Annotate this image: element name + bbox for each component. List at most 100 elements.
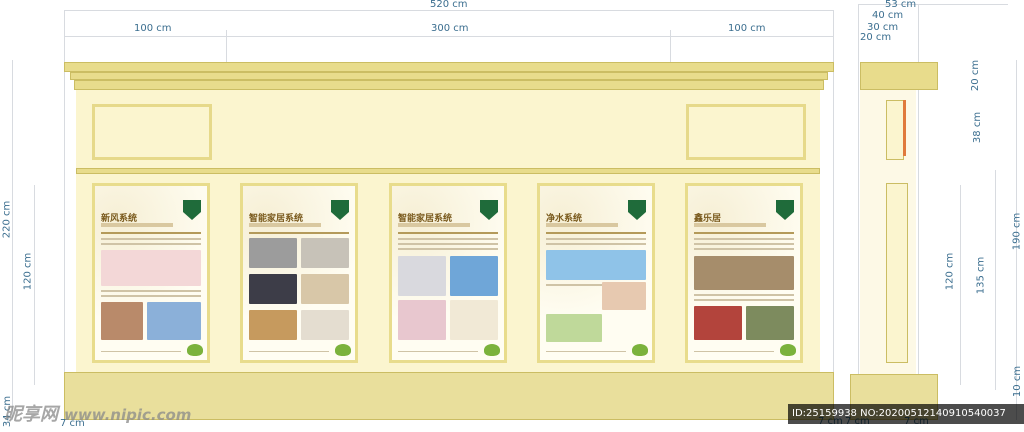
lungs-diagram bbox=[101, 250, 201, 286]
poster-5: 鑫乐居 bbox=[688, 186, 800, 360]
side-guide-top bbox=[858, 4, 1008, 5]
photo-tile bbox=[301, 238, 349, 268]
guide-line-right-dim3 bbox=[960, 185, 961, 385]
display-panel-3: 智能家居系统 bbox=[389, 183, 507, 363]
leaf-icon bbox=[780, 344, 796, 356]
text-line bbox=[398, 238, 498, 240]
watermark-logo-text: 昵享网 bbox=[4, 404, 58, 425]
dim-side-20b: 20 cm bbox=[970, 59, 982, 92]
display-panel-2: 智能家居系统 bbox=[240, 183, 358, 363]
poster-subtitle-bar bbox=[398, 223, 470, 227]
footer-line bbox=[101, 351, 181, 352]
display-panel-1: 新风系统 bbox=[92, 183, 210, 363]
text-line bbox=[398, 243, 498, 245]
divider bbox=[398, 232, 498, 234]
shield-badge-icon bbox=[776, 200, 794, 220]
text-line bbox=[101, 238, 201, 240]
poster-4: 净水系统 bbox=[540, 186, 652, 360]
footer-line bbox=[546, 351, 626, 352]
text-line bbox=[101, 295, 201, 297]
divider bbox=[249, 232, 349, 234]
watermark-site: www.nipic.com bbox=[64, 406, 192, 424]
dim-side-20a: 20 cm bbox=[860, 32, 892, 43]
poster-1: 新风系统 bbox=[95, 186, 207, 360]
dim-right-120: 120 cm bbox=[944, 252, 956, 291]
dim-right-190: 190 cm bbox=[1011, 212, 1023, 251]
dim-side-53: 53 cm bbox=[885, 0, 917, 10]
guide-line-left-dim2 bbox=[34, 185, 35, 385]
poster-subtitle-bar bbox=[546, 223, 618, 227]
dim-left-section: 100 cm bbox=[134, 23, 172, 34]
photo-tile bbox=[602, 282, 646, 310]
photo-tile bbox=[249, 238, 297, 268]
text-line bbox=[694, 299, 794, 301]
floor-plan-image bbox=[101, 302, 143, 340]
wall-band bbox=[76, 168, 820, 174]
footer-line bbox=[249, 351, 329, 352]
dim-right-section: 100 cm bbox=[728, 23, 766, 34]
cornice-top bbox=[64, 62, 834, 72]
cornice-mid bbox=[70, 72, 828, 80]
text-line bbox=[546, 243, 646, 245]
text-line bbox=[694, 248, 794, 250]
divider bbox=[694, 232, 794, 234]
photo-tile bbox=[398, 256, 446, 296]
upper-frame-left bbox=[92, 104, 212, 160]
upper-frame-right bbox=[686, 104, 806, 160]
guide-line-left-dim bbox=[12, 60, 13, 420]
side-accent-strip bbox=[903, 100, 906, 156]
poster-subtitle-bar bbox=[101, 223, 173, 227]
guide-line-top-sections bbox=[64, 36, 834, 37]
text-line bbox=[546, 284, 602, 286]
dim-center-section: 300 cm bbox=[431, 23, 469, 34]
building-image bbox=[147, 302, 201, 340]
guide-line-top bbox=[64, 10, 834, 11]
image-id-bar: ID:25159938 NO:20200512140910540037 bbox=[788, 404, 1024, 424]
dim-total-width: 520 cm bbox=[430, 0, 468, 10]
cornice-bottom bbox=[74, 80, 824, 90]
display-panel-4: 净水系统 bbox=[537, 183, 655, 363]
shield-badge-icon bbox=[628, 200, 646, 220]
leaf-icon bbox=[335, 344, 351, 356]
leaf-icon bbox=[632, 344, 648, 356]
leaf-icon bbox=[484, 344, 500, 356]
dim-left-220: 220 cm bbox=[1, 200, 13, 239]
dim-left-120: 120 cm bbox=[22, 252, 34, 291]
dim-right-135: 135 cm bbox=[975, 256, 987, 295]
text-line bbox=[546, 238, 646, 240]
footer-line bbox=[694, 351, 774, 352]
poster-subtitle-bar bbox=[694, 223, 766, 227]
side-cornice bbox=[860, 62, 938, 90]
shop-interior-image bbox=[694, 306, 742, 340]
dim-side-38: 38 cm bbox=[972, 111, 984, 144]
text-line bbox=[101, 290, 201, 292]
side-guide-left bbox=[858, 4, 859, 424]
photo-tile bbox=[450, 256, 498, 296]
dim-right-10: 10 cm bbox=[1012, 365, 1024, 398]
footer-line bbox=[398, 351, 478, 352]
photo-tile bbox=[301, 274, 349, 304]
shield-badge-icon bbox=[480, 200, 498, 220]
text-line bbox=[694, 243, 794, 245]
divider bbox=[546, 232, 646, 234]
guide-line-right-dim2 bbox=[995, 170, 996, 390]
text-line bbox=[101, 243, 201, 245]
photo-tile bbox=[398, 300, 446, 340]
poster-2: 智能家居系统 bbox=[243, 186, 355, 360]
watermark-logo: 昵享网 www.nipic.com bbox=[4, 400, 191, 426]
photo-tile bbox=[450, 300, 498, 340]
storefront-image bbox=[694, 256, 794, 290]
side-frame bbox=[886, 100, 904, 160]
text-line bbox=[694, 238, 794, 240]
text-line bbox=[398, 248, 498, 250]
shop-interior-image bbox=[746, 306, 794, 340]
shield-badge-icon bbox=[331, 200, 349, 220]
shield-badge-icon bbox=[183, 200, 201, 220]
divider bbox=[101, 232, 201, 234]
poster-subtitle-bar bbox=[249, 223, 321, 227]
tea-cup-image bbox=[546, 314, 602, 342]
side-panel bbox=[886, 183, 908, 363]
display-panel-5: 鑫乐居 bbox=[685, 183, 803, 363]
photo-tile bbox=[301, 310, 349, 340]
poster-3: 智能家居系统 bbox=[392, 186, 504, 360]
